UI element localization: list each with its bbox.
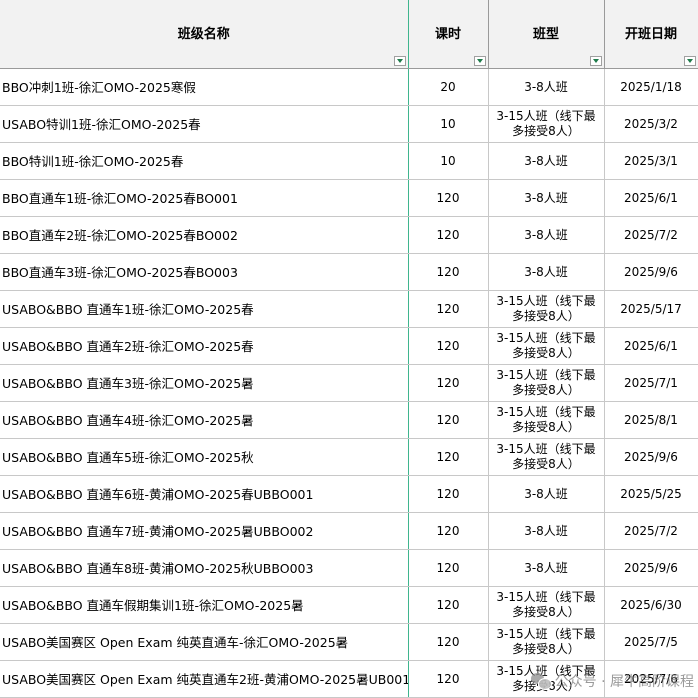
table-row: USABO&BBO 直通车3班-徐汇OMO-2025暑 120 3-15人班（线下最… [0,364,698,402]
cell-class-type[interactable]: 3-8人班 [488,68,605,106]
cell-start-date[interactable]: 2025/9/6 [604,438,698,476]
cell-start-date[interactable]: 2025/6/30 [604,586,698,624]
table-row: BBO特训1班-徐汇OMO-2025春 10 3-8人班 2025/3/1 [0,142,698,180]
cell-hours[interactable]: 120 [408,660,489,698]
table-row: USABO&BBO 直通车4班-徐汇OMO-2025暑 120 3-15人班（线下最… [0,401,698,439]
cell-hours[interactable]: 120 [408,438,489,476]
cell-hours[interactable]: 20 [408,68,489,106]
header-class-name: 班级名称 [0,0,409,69]
cell-class-type[interactable]: 3-15人班（线下最多接受8人） [488,586,605,624]
cell-class-type[interactable]: 3-15人班（线下最多接受8人） [488,364,605,402]
table-row: USABO&BBO 直通车5班-徐汇OMO-2025秋 120 3-15人班（线下最… [0,438,698,476]
cell-start-date[interactable]: 2025/3/2 [604,105,698,143]
class-schedule-table: 班级名称 课时 班型 开班日期 BBO冲刺1班-徐汇OMO-2025寒假 20 3-… [0,0,698,698]
cell-class-name[interactable]: USABO&BBO 直通车假期集训1班-徐汇OMO-2025暑 [0,586,409,624]
cell-class-name[interactable]: USABO&BBO 直通车7班-黄浦OMO-2025暑UBBO002 [0,512,409,550]
table-row: USABO&BBO 直通车1班-徐汇OMO-2025春 120 3-15人班（线下最… [0,290,698,328]
table-row: USABO美国赛区 Open Exam 纯英直通车-徐汇OMO-2025暑 120… [0,623,698,661]
cell-start-date[interactable]: 2025/8/1 [604,401,698,439]
cell-hours[interactable]: 120 [408,623,489,661]
cell-class-name[interactable]: USABO&BBO 直通车4班-徐汇OMO-2025暑 [0,401,409,439]
cell-class-name[interactable]: USABO美国赛区 Open Exam 纯英直通车2班-黄浦OMO-2025暑U… [0,660,409,698]
cell-hours[interactable]: 120 [408,327,489,365]
cell-hours[interactable]: 120 [408,179,489,217]
cell-start-date[interactable]: 2025/3/1 [604,142,698,180]
cell-class-type[interactable]: 3-8人班 [488,549,605,587]
table-row: USABO美国赛区 Open Exam 纯英直通车2班-黄浦OMO-2025暑U… [0,660,698,698]
cell-hours[interactable]: 10 [408,105,489,143]
cell-class-name[interactable]: BBO直通车1班-徐汇OMO-2025春BO001 [0,179,409,217]
cell-start-date[interactable]: 2025/7/2 [604,216,698,254]
cell-class-type[interactable]: 3-15人班（线下最多接受8人） [488,438,605,476]
cell-start-date[interactable]: 2025/9/6 [604,253,698,291]
table-row: USABO&BBO 直通车2班-徐汇OMO-2025春 120 3-15人班（线下最… [0,327,698,365]
cell-class-type[interactable]: 3-8人班 [488,475,605,513]
cell-start-date[interactable]: 2025/6/1 [604,179,698,217]
cell-start-date[interactable]: 2025/5/25 [604,475,698,513]
filter-dropdown-icon[interactable] [393,56,406,66]
cell-start-date[interactable]: 2025/7/2 [604,512,698,550]
filter-dropdown-icon[interactable] [473,56,486,66]
cell-hours[interactable]: 120 [408,586,489,624]
table-row: BBO冲刺1班-徐汇OMO-2025寒假 20 3-8人班 2025/1/18 [0,68,698,106]
header-hours-label: 课时 [434,26,461,42]
cell-hours[interactable]: 120 [408,401,489,439]
filter-dropdown-icon[interactable] [683,56,696,66]
header-class-type-label: 班型 [532,26,559,42]
cell-class-name[interactable]: BBO特训1班-徐汇OMO-2025春 [0,142,409,180]
cell-class-name[interactable]: USABO&BBO 直通车6班-黄浦OMO-2025春UBBO001 [0,475,409,513]
cell-class-type[interactable]: 3-8人班 [488,512,605,550]
cell-hours[interactable]: 120 [408,290,489,328]
header-start-date: 开班日期 [604,0,698,69]
header-hours: 课时 [408,0,489,69]
cell-class-type[interactable]: 3-15人班（线下最多接受8人） [488,327,605,365]
cell-class-name[interactable]: USABO美国赛区 Open Exam 纯英直通车-徐汇OMO-2025暑 [0,623,409,661]
cell-hours[interactable]: 120 [408,549,489,587]
cell-class-name[interactable]: USABO&BBO 直通车2班-徐汇OMO-2025春 [0,327,409,365]
cell-class-type[interactable]: 3-15人班（线下最多接受8人） [488,105,605,143]
cell-class-type[interactable]: 3-15人班（线下最多接受8人） [488,623,605,661]
cell-start-date[interactable]: 2025/7/5 [604,623,698,661]
header-row: 班级名称 课时 班型 开班日期 [0,0,698,69]
cell-class-name[interactable]: USABO&BBO 直通车3班-徐汇OMO-2025暑 [0,364,409,402]
cell-class-type[interactable]: 3-8人班 [488,142,605,180]
cell-class-type[interactable]: 3-15人班（线下最多接受8人） [488,290,605,328]
table-row: USABO&BBO 直通车7班-黄浦OMO-2025暑UBBO002 120 3-8… [0,512,698,550]
filter-dropdown-icon[interactable] [589,56,602,66]
cell-start-date[interactable]: 2025/5/17 [604,290,698,328]
cell-hours[interactable]: 120 [408,216,489,254]
cell-class-name[interactable]: USABO&BBO 直通车8班-黄浦OMO-2025秋UBBO003 [0,549,409,587]
cell-class-name[interactable]: BBO冲刺1班-徐汇OMO-2025寒假 [0,68,409,106]
cell-hours[interactable]: 10 [408,142,489,180]
cell-class-name[interactable]: USABO&BBO 直通车1班-徐汇OMO-2025春 [0,290,409,328]
table-row: BBO直通车1班-徐汇OMO-2025春BO001 120 3-8人班 2025/6/… [0,179,698,217]
cell-class-name[interactable]: BBO直通车2班-徐汇OMO-2025春BO002 [0,216,409,254]
cell-hours[interactable]: 120 [408,253,489,291]
cell-class-type[interactable]: 3-8人班 [488,253,605,291]
table-row: USABO&BBO 直通车6班-黄浦OMO-2025春UBBO001 120 3-8… [0,475,698,513]
table-row: USABO特训1班-徐汇OMO-2025春 10 3-15人班（线下最多接受8人） 2… [0,105,698,143]
table-row: BBO直通车3班-徐汇OMO-2025春BO003 120 3-8人班 2025/9/… [0,253,698,291]
table-row: BBO直通车2班-徐汇OMO-2025春BO002 120 3-8人班 2025/7/… [0,216,698,254]
cell-class-type[interactable]: 3-8人班 [488,216,605,254]
header-class-type: 班型 [488,0,605,69]
table-row: USABO&BBO 直通车假期集训1班-徐汇OMO-2025暑 120 3-15人班… [0,586,698,624]
cell-hours[interactable]: 120 [408,475,489,513]
cell-start-date[interactable]: 2025/7/1 [604,364,698,402]
cell-class-name[interactable]: BBO直通车3班-徐汇OMO-2025春BO003 [0,253,409,291]
cell-start-date[interactable]: 2025/9/6 [604,549,698,587]
cell-hours[interactable]: 120 [408,512,489,550]
cell-class-type[interactable]: 3-15人班（线下最多接受8人） [488,401,605,439]
cell-class-type[interactable]: 3-15人班（线下最多接受8人） [488,660,605,698]
cell-start-date[interactable]: 2025/6/1 [604,327,698,365]
header-start-date-label: 开班日期 [624,26,677,42]
cell-start-date[interactable]: 2025/1/18 [604,68,698,106]
cell-hours[interactable]: 120 [408,364,489,402]
cell-class-name[interactable]: USABO&BBO 直通车5班-徐汇OMO-2025秋 [0,438,409,476]
header-class-name-label: 班级名称 [177,26,230,42]
cell-class-type[interactable]: 3-8人班 [488,179,605,217]
table-row: USABO&BBO 直通车8班-黄浦OMO-2025秋UBBO003 120 3-8… [0,549,698,587]
cell-start-date[interactable]: 2025/7/6 [604,660,698,698]
cell-class-name[interactable]: USABO特训1班-徐汇OMO-2025春 [0,105,409,143]
